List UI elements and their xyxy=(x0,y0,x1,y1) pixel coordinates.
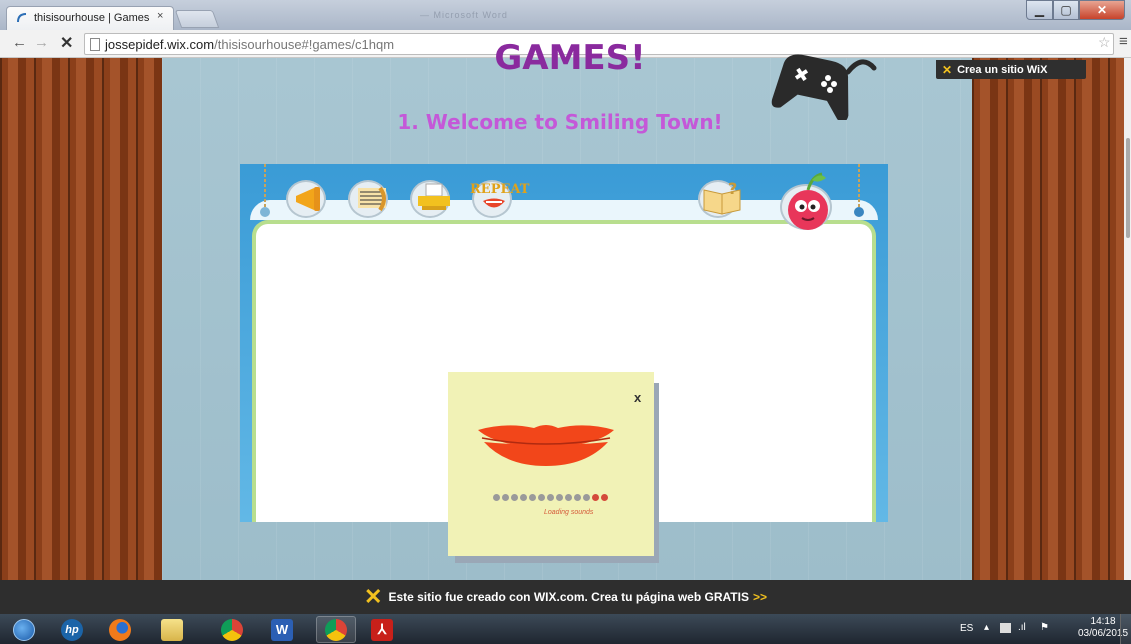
chrome-icon xyxy=(221,618,243,641)
megaphone-icon xyxy=(296,187,320,211)
loading-dot xyxy=(583,494,590,501)
loading-dot xyxy=(547,494,554,501)
page-title: GAMES! xyxy=(494,38,646,78)
megaphone-button[interactable] xyxy=(286,178,330,218)
file-explorer-icon xyxy=(161,618,183,641)
language-indicator[interactable]: ES xyxy=(960,623,973,634)
music-button[interactable] xyxy=(348,178,392,218)
cherry-mascot-button[interactable] xyxy=(780,170,834,230)
browser-tab[interactable]: thisisourhouse | Games × xyxy=(6,6,174,30)
new-tab-button[interactable] xyxy=(174,10,220,28)
network-icon[interactable] xyxy=(1000,623,1011,633)
taskbar-firefox[interactable] xyxy=(100,616,140,643)
mouth-icon xyxy=(483,198,505,208)
loading-dot xyxy=(574,494,581,501)
chain-right-icon xyxy=(854,164,864,217)
help-book-icon: ? xyxy=(703,180,741,215)
loading-dots xyxy=(493,494,608,501)
taskbar-acrobat[interactable]: ⅄ xyxy=(362,616,402,643)
lips-icon xyxy=(478,425,614,466)
background-window-title: — Microsoft Word xyxy=(420,10,508,20)
loading-dot xyxy=(565,494,572,501)
loading-dot xyxy=(592,494,599,501)
loading-dot xyxy=(556,494,563,501)
maximize-button[interactable]: ▢ xyxy=(1053,0,1079,20)
scrollbar-thumb[interactable] xyxy=(1126,138,1130,238)
wix-promo-footer[interactable]: ✕ Este sitio fue creado con WIX.com. Cre… xyxy=(0,580,1131,614)
printer-button[interactable] xyxy=(410,178,454,218)
loading-dot xyxy=(601,494,608,501)
windows-taskbar: hp W ⅄ ES ▴ .ıl ⚑ 14:18 03/06/2015 xyxy=(0,614,1131,644)
wood-background-right xyxy=(972,58,1131,580)
firefox-icon xyxy=(109,618,131,641)
bookmark-star-icon[interactable]: ☆ xyxy=(1098,34,1111,51)
printer-icon xyxy=(418,183,450,210)
game-controller-icon: ✖ xyxy=(771,54,877,120)
music-sheet-icon xyxy=(358,186,386,212)
start-orb-icon xyxy=(13,618,35,641)
system-tray: ES ▴ .ıl ⚑ 14:18 03/06/2015 xyxy=(958,614,1131,644)
word-icon: W xyxy=(271,618,293,641)
repeat-button[interactable]: REPEAT xyxy=(470,178,529,218)
wix-x-icon: ✕ xyxy=(942,62,953,77)
help-book-button[interactable]: ? xyxy=(698,178,742,218)
wix-footer-text: Este sitio fue creado con WIX.com. Crea … xyxy=(388,590,749,604)
url-path: /thisisourhouse#!games/c1hqm xyxy=(214,37,395,52)
taskbar-chrome-active[interactable] xyxy=(316,616,356,643)
loading-dot xyxy=(529,494,536,501)
loading-dot xyxy=(520,494,527,501)
acrobat-icon: ⅄ xyxy=(371,618,393,641)
tab-title: thisisourhouse | Games xyxy=(34,12,150,24)
chain-left-icon xyxy=(260,164,270,217)
card-close-icon[interactable]: x xyxy=(634,390,641,405)
address-url[interactable]: jossepidef.wix.com/thisisourhouse#!games… xyxy=(105,37,394,52)
loading-text: Loading sounds xyxy=(544,509,594,516)
cherry-mascot-icon xyxy=(788,172,828,230)
close-window-button[interactable]: ✕ xyxy=(1079,0,1125,20)
signal-icon[interactable]: .ıl xyxy=(1018,622,1026,633)
loading-dot xyxy=(511,494,518,501)
show-desktop-button[interactable] xyxy=(1120,614,1131,644)
browser-menu-icon[interactable]: ≡ xyxy=(1119,33,1128,50)
tray-expand-icon[interactable]: ▴ xyxy=(984,622,989,633)
taskbar-chrome[interactable] xyxy=(212,616,252,643)
repeat-label: REPEAT xyxy=(470,182,530,197)
page-icon xyxy=(90,38,100,51)
loading-dot xyxy=(493,494,500,501)
action-center-flag-icon[interactable]: ⚑ xyxy=(1040,622,1049,633)
start-button[interactable] xyxy=(4,616,44,643)
wix-footer-arrows: >> xyxy=(752,590,767,604)
wix-badge-label: Crea un sitio WiX xyxy=(957,63,1048,76)
taskbar-word[interactable]: W xyxy=(262,616,302,643)
svg-text:?: ? xyxy=(728,180,737,198)
wix-favicon-icon xyxy=(17,13,27,23)
taskbar-explorer[interactable] xyxy=(152,616,192,643)
hp-icon: hp xyxy=(61,618,83,641)
url-host: jossepidef.wix.com xyxy=(105,37,215,52)
game-subtitle: 1. Welcome to Smiling Town! xyxy=(397,110,723,134)
page-scrollbar[interactable] xyxy=(1124,58,1131,580)
tab-close-icon[interactable]: × xyxy=(157,10,163,22)
back-icon[interactable]: ← xyxy=(12,34,27,51)
chrome-icon xyxy=(325,618,347,641)
wix-x-logo-icon: ✕ xyxy=(364,584,383,609)
loading-dot xyxy=(538,494,545,501)
loading-dot xyxy=(502,494,509,501)
create-wix-site-badge[interactable]: ✕ Crea un sitio WiX xyxy=(936,60,1086,79)
minimize-button[interactable]: ▁ xyxy=(1026,0,1053,20)
forward-icon[interactable]: → xyxy=(34,34,49,51)
wood-background-left xyxy=(0,58,162,580)
stop-icon[interactable]: ✕ xyxy=(60,33,73,53)
browser-titlebar: thisisourhouse | Games × — Microsoft Wor… xyxy=(0,0,1131,30)
taskbar-hp[interactable]: hp xyxy=(52,616,92,643)
